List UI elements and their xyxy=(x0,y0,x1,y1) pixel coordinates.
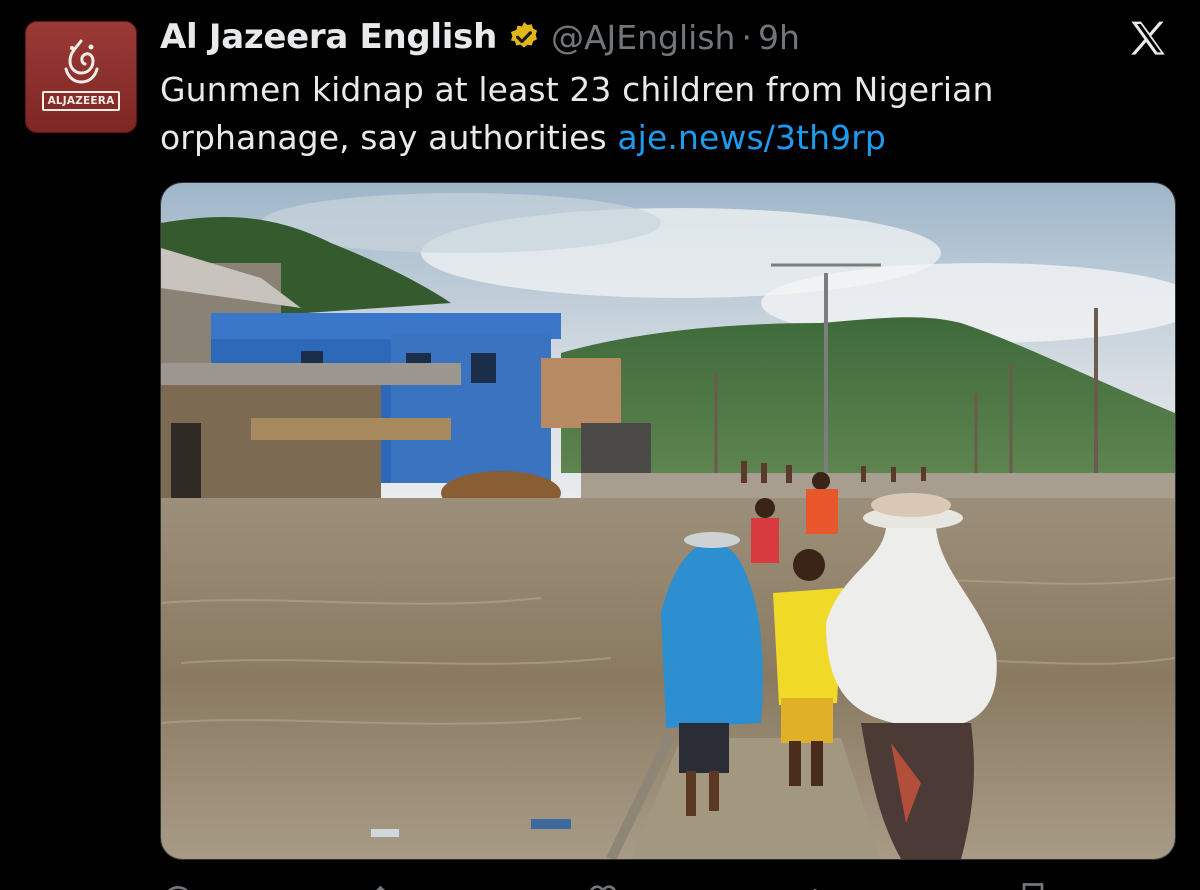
x-logo-icon[interactable] xyxy=(1126,17,1170,61)
tweet-body: Gunmen kidnap at least 23 children from … xyxy=(160,66,1160,162)
like-icon[interactable] xyxy=(585,880,621,890)
tweet-photo[interactable] xyxy=(160,182,1176,860)
al-jazeera-logo-icon xyxy=(64,39,99,84)
reply-icon[interactable] xyxy=(160,880,196,890)
post-time[interactable]: 9h xyxy=(758,18,800,57)
views-icon[interactable] xyxy=(800,880,836,890)
display-name[interactable]: Al Jazeera English xyxy=(160,17,497,57)
gold-verified-badge-icon[interactable] xyxy=(507,20,541,54)
flood-street-photo xyxy=(161,183,1175,859)
separator-dot: · xyxy=(741,17,752,57)
repost-icon[interactable] xyxy=(370,880,406,890)
user-handle[interactable]: @AJEnglish xyxy=(551,18,735,57)
tweet-header: Al Jazeera English @AJEnglish · 9h xyxy=(160,14,800,60)
bookmark-icon[interactable] xyxy=(1015,880,1051,890)
article-link[interactable]: aje.news/3th9rp xyxy=(617,118,886,157)
account-avatar[interactable]: ALJAZEERA xyxy=(25,21,137,133)
avatar-logo-text: ALJAZEERA xyxy=(42,91,120,111)
tweet-actions xyxy=(160,874,1174,890)
